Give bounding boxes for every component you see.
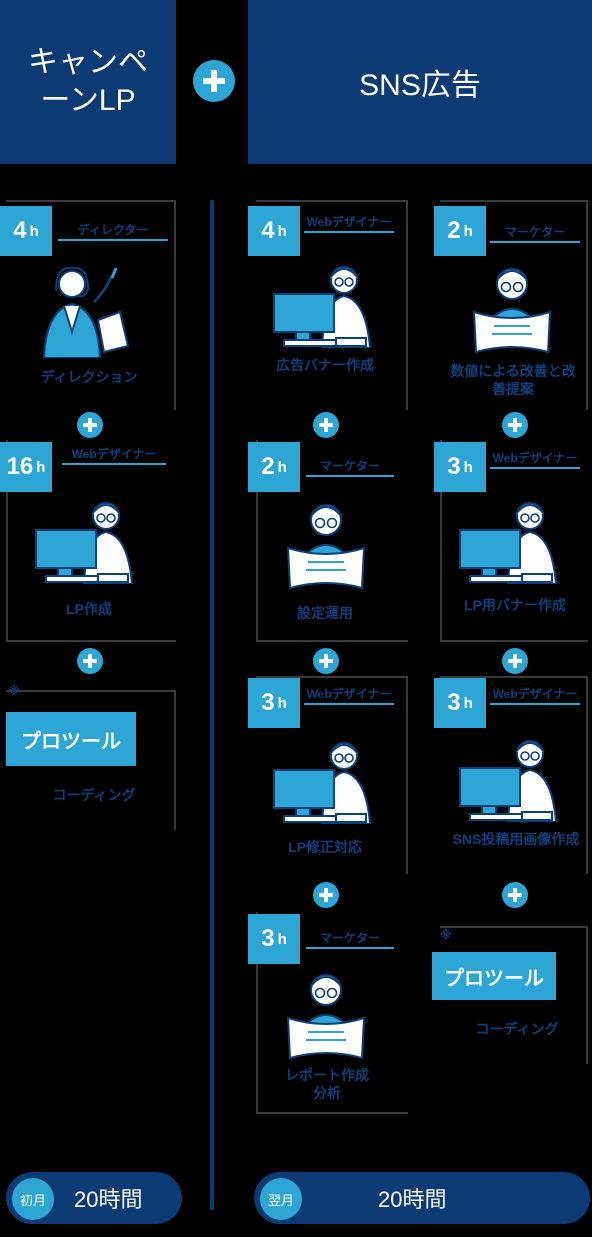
note-mark: ※: [440, 928, 452, 942]
protool-label: プロツール: [6, 712, 136, 766]
plus-icon: [313, 648, 339, 674]
task-label: レポート作成分析: [285, 1067, 369, 1101]
designer-icon: [270, 736, 380, 824]
plus-icon: [193, 60, 235, 102]
plus-icon: [313, 412, 339, 438]
task-label: コーディング: [52, 787, 136, 803]
role-label: マーケター: [490, 226, 580, 243]
hours-badge: 4h: [248, 206, 300, 256]
role-label: マーケター: [306, 460, 394, 477]
marketer-icon: [284, 966, 368, 1062]
task-label: 広告バナー作成: [276, 357, 374, 373]
task-label: コーディング: [475, 1021, 559, 1037]
campaign-lp-title: キャンペーンLP: [28, 46, 148, 117]
note-mark: ※: [8, 684, 20, 698]
total-hours: 20時間: [378, 1187, 447, 1212]
role-label: マーケター: [306, 932, 394, 949]
designer-icon: [456, 734, 566, 822]
total-hours: 20時間: [74, 1187, 143, 1212]
task-label: LP修正対応: [288, 839, 362, 855]
hours-badge: 3h: [434, 678, 486, 728]
month-badge: 翌月: [260, 1178, 302, 1220]
hours-badge: 2h: [248, 442, 300, 492]
designer-icon: [270, 260, 380, 348]
column-divider: [210, 200, 214, 1210]
hours-badge: 2h: [434, 206, 486, 256]
plus-icon: [313, 882, 339, 908]
plus-icon: [502, 412, 528, 438]
role-label: Webデザイナー: [304, 688, 394, 705]
campaign-lp-header: キャンペーンLP: [0, 0, 176, 164]
role-label: Webデザイナー: [304, 216, 394, 233]
hours-badge: 3h: [248, 678, 300, 728]
task-label: 数値による改善と改善提案: [450, 363, 576, 397]
plus-icon: [77, 412, 103, 438]
director-icon: [38, 262, 134, 358]
sns-ad-header: SNS広告: [248, 0, 592, 164]
hours-badge: 3h: [434, 442, 486, 492]
plus-icon: [77, 648, 103, 674]
task-label: ディレクション: [40, 369, 138, 385]
marketer-icon: [470, 260, 554, 356]
right-total-pill: 翌月 20時間: [254, 1172, 590, 1224]
role-label: ディレクター: [58, 224, 168, 241]
task-label: LP用バナー作成: [464, 597, 566, 613]
protool-label: プロツール: [432, 952, 556, 1000]
hours-badge: 4h: [0, 206, 52, 256]
month-badge: 初月: [12, 1178, 54, 1220]
marketer-icon: [284, 496, 368, 592]
plus-icon: [502, 648, 528, 674]
task-label: LP作成: [66, 601, 112, 617]
designer-icon: [456, 496, 566, 584]
role-label: Webデザイナー: [490, 688, 580, 705]
hours-badge: 16 h: [0, 442, 52, 492]
left-total-pill: 初月 20時間: [6, 1172, 182, 1224]
task-label: 設定運用: [297, 605, 353, 621]
sns-ad-title: SNS広告: [359, 69, 481, 102]
role-label: Webデザイナー: [490, 452, 580, 469]
role-label: Webデザイナー: [62, 448, 166, 465]
task-label: SNS投稿用画像作成: [452, 831, 580, 847]
designer-icon: [32, 496, 142, 584]
hours-badge: 3h: [248, 914, 300, 964]
plus-icon: [502, 882, 528, 908]
